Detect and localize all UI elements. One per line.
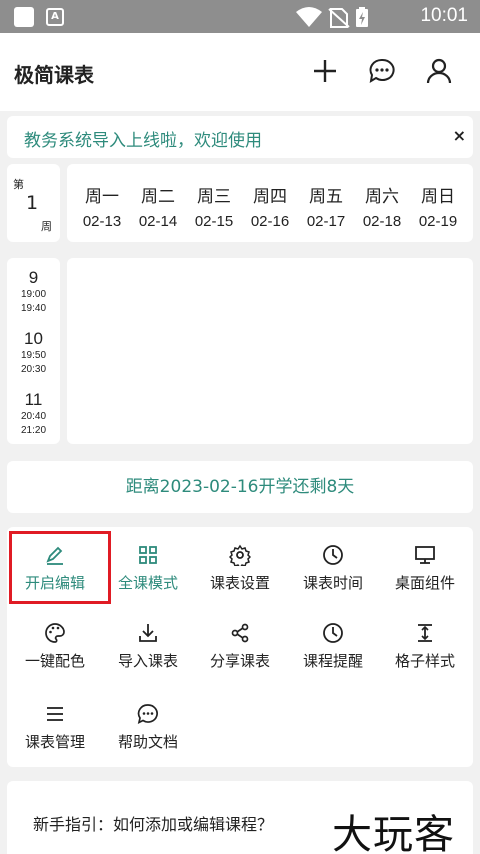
- import-icon: [139, 624, 157, 642]
- day-date: 02-16: [250, 213, 290, 230]
- guide-text: 新手指引：如何添加或编辑课程？: [33, 815, 274, 834]
- a-icon: A: [46, 8, 64, 26]
- list-icon: [47, 707, 63, 721]
- slot-start: 19:00: [20, 289, 47, 300]
- grid-icon: [139, 546, 157, 564]
- announcement-banner[interactable]: 教务系统导入上线啦，欢迎使用 ×: [7, 116, 473, 158]
- week-number: 1: [26, 192, 39, 214]
- menu-item-label: 格子样式: [394, 652, 455, 670]
- slot-number: 11: [24, 390, 43, 409]
- day-name: 周五: [309, 187, 343, 207]
- week-selector[interactable]: 第 1 周: [7, 164, 60, 242]
- menu-item-schedule-settings[interactable]: 课表设置: [195, 544, 285, 593]
- slot-end: 19:40: [20, 303, 47, 314]
- system-status-icons: [296, 7, 368, 28]
- schedule-grid[interactable]: [67, 258, 473, 444]
- gear-icon: [229, 544, 251, 566]
- day-header: 周五 02-17: [298, 182, 354, 230]
- menu-item-color-scheme[interactable]: 一键配色: [10, 622, 100, 671]
- add-button[interactable]: [307, 53, 343, 89]
- time-slot[interactable]: 11 20:40 21:20: [7, 390, 60, 438]
- watermark-logo: 大玩客: [332, 812, 455, 854]
- menu-item-label: 课表管理: [24, 733, 85, 751]
- time-slot-column: 9 19:00 19:40 10 19:50 20:30 11 20:40 21…: [7, 258, 60, 444]
- help-chat-icon: [137, 704, 158, 725]
- day-header: 周二 02-14: [130, 182, 186, 230]
- menu-item-share[interactable]: 分享课表: [195, 622, 285, 671]
- menu-item-course-reminder[interactable]: 课程提醒: [288, 622, 378, 671]
- menu-item-label: 导入课表: [117, 652, 178, 670]
- menu-item-label: 课表设置: [209, 574, 270, 592]
- menu-item-label: 课程提醒: [302, 652, 363, 670]
- menu-item-label: 一键配色: [24, 652, 85, 670]
- add-icon: [314, 60, 336, 82]
- time-slot[interactable]: 9 19:00 19:40: [7, 268, 60, 316]
- menu-item-label: 帮助文档: [117, 733, 178, 751]
- day-name: 周六: [365, 187, 399, 207]
- profile-button[interactable]: [421, 53, 457, 89]
- day-header: 周一 02-13: [74, 182, 130, 230]
- day-name: 周三: [197, 187, 231, 207]
- day-header: 周六 02-18: [354, 182, 410, 230]
- battery-charging-icon: [356, 7, 368, 27]
- user-icon: [426, 58, 452, 84]
- slot-number: 10: [24, 329, 43, 348]
- slot-start: 19:50: [20, 350, 47, 361]
- semester-countdown: 距离2023-02-16开学还剩8天: [7, 461, 473, 513]
- app-bar: 极简课表: [0, 33, 480, 111]
- wifi-icon: [296, 7, 322, 27]
- day-date: 02-19: [418, 213, 458, 230]
- message-button[interactable]: [364, 53, 400, 89]
- app-square-icon: [14, 7, 34, 27]
- slot-end: 20:30: [20, 364, 47, 375]
- monitor-icon: [415, 546, 435, 564]
- menu-item-desktop-widget[interactable]: 桌面组件: [380, 544, 470, 593]
- day-name: 周日: [421, 187, 455, 207]
- week-prefix: 第: [13, 178, 24, 191]
- status-time: 10:01: [420, 5, 468, 26]
- menu-item-schedule-time[interactable]: 课表时间: [288, 544, 378, 593]
- slot-start: 20:40: [20, 411, 47, 422]
- slot-number: 9: [28, 268, 39, 287]
- week-suffix: 周: [41, 220, 52, 233]
- highlight-box: [9, 531, 111, 604]
- menu-item-label: 桌面组件: [394, 574, 455, 592]
- menu-item-import[interactable]: 导入课表: [103, 622, 193, 671]
- day-name: 周二: [141, 187, 175, 207]
- weekday-header: 周一 02-13 周二 02-14 周三 02-15 周四 02-16 周五 0…: [67, 164, 473, 242]
- menu-item-label: 课表时间: [302, 574, 363, 592]
- height-icon: [418, 624, 432, 642]
- menu-item-schedule-manage[interactable]: 课表管理: [10, 703, 100, 752]
- status-bar: A 10:01: [0, 0, 480, 33]
- share-icon: [231, 623, 249, 643]
- menu-item-label: 分享课表: [209, 652, 270, 670]
- day-date: 02-17: [306, 213, 346, 230]
- day-date: 02-18: [362, 213, 402, 230]
- app-title: 极简课表: [14, 63, 94, 87]
- chat-icon: [369, 58, 395, 83]
- menu-item-cell-style[interactable]: 格子样式: [380, 622, 470, 671]
- clock-icon: [323, 545, 343, 565]
- day-name: 周四: [253, 187, 287, 207]
- day-date: 02-15: [194, 213, 234, 230]
- day-header: 周日 02-19: [410, 182, 466, 230]
- no-sim-icon: [328, 8, 350, 28]
- day-date: 02-13: [82, 213, 122, 230]
- day-header: 周三 02-15: [186, 182, 242, 230]
- time-slot[interactable]: 10 19:50 20:30: [7, 329, 60, 377]
- menu-item-all-courses[interactable]: 全课模式: [103, 544, 193, 593]
- menu-item-help-docs[interactable]: 帮助文档: [103, 703, 193, 752]
- day-date: 02-14: [138, 213, 178, 230]
- menu-item-label: 全课模式: [117, 574, 178, 592]
- palette-icon: [45, 623, 65, 643]
- day-name: 周一: [85, 187, 119, 207]
- clock-icon: [323, 623, 343, 643]
- slot-end: 21:20: [20, 425, 47, 436]
- banner-text: 教务系统导入上线啦，欢迎使用: [24, 131, 262, 151]
- banner-close-button[interactable]: ×: [453, 126, 466, 145]
- day-header: 周四 02-16: [242, 182, 298, 230]
